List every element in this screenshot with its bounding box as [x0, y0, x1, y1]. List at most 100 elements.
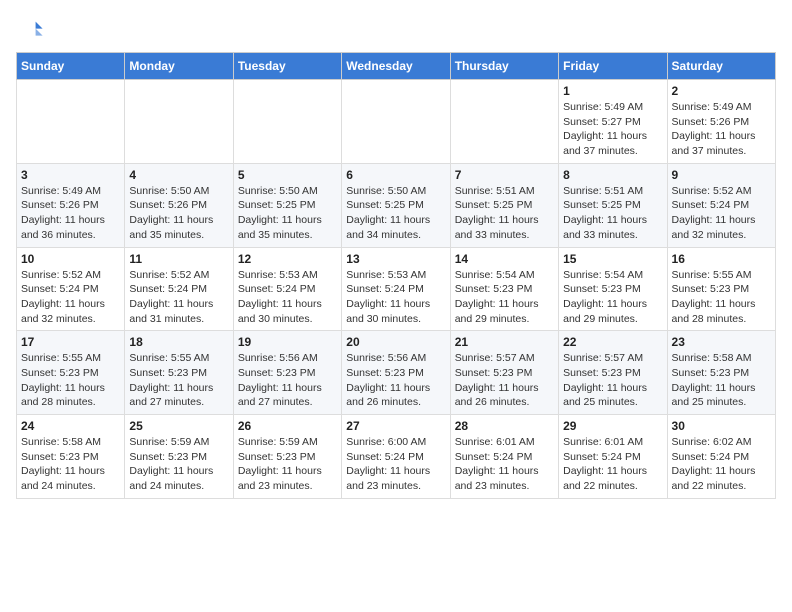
calendar-cell: 22 Sunrise: 5:57 AM Sunset: 5:23 PM Dayli…: [559, 331, 667, 415]
day-info: Sunrise: 5:54 AM Sunset: 5:23 PM Dayligh…: [455, 268, 554, 327]
calendar-week-row: 1 Sunrise: 5:49 AM Sunset: 5:27 PM Daylig…: [17, 80, 776, 164]
day-number: 7: [455, 168, 554, 182]
day-info: Sunrise: 5:53 AM Sunset: 5:24 PM Dayligh…: [238, 268, 337, 327]
day-number: 14: [455, 252, 554, 266]
calendar-header-row: SundayMondayTuesdayWednesdayThursdayFrid…: [17, 53, 776, 80]
day-info: Sunrise: 5:52 AM Sunset: 5:24 PM Dayligh…: [21, 268, 120, 327]
day-info: Sunrise: 5:53 AM Sunset: 5:24 PM Dayligh…: [346, 268, 445, 327]
calendar-cell: 23 Sunrise: 5:58 AM Sunset: 5:23 PM Dayli…: [667, 331, 775, 415]
calendar-week-row: 10 Sunrise: 5:52 AM Sunset: 5:24 PM Dayli…: [17, 247, 776, 331]
calendar-cell: 14 Sunrise: 5:54 AM Sunset: 5:23 PM Dayli…: [450, 247, 558, 331]
calendar-table: SundayMondayTuesdayWednesdayThursdayFrid…: [16, 52, 776, 499]
day-number: 27: [346, 419, 445, 433]
day-number: 1: [563, 84, 662, 98]
day-number: 4: [129, 168, 228, 182]
day-info: Sunrise: 5:52 AM Sunset: 5:24 PM Dayligh…: [129, 268, 228, 327]
calendar-cell: 15 Sunrise: 5:54 AM Sunset: 5:23 PM Dayli…: [559, 247, 667, 331]
calendar-cell: 9 Sunrise: 5:52 AM Sunset: 5:24 PM Daylig…: [667, 163, 775, 247]
calendar-week-row: 24Sunrise: 5:58 AM Sunset: 5:23 PM Dayli…: [17, 415, 776, 499]
calendar-cell: 16Sunrise: 5:55 AM Sunset: 5:23 PM Dayli…: [667, 247, 775, 331]
day-number: 17: [21, 335, 120, 349]
calendar-cell: 24Sunrise: 5:58 AM Sunset: 5:23 PM Dayli…: [17, 415, 125, 499]
day-number: 8: [563, 168, 662, 182]
day-number: 12: [238, 252, 337, 266]
calendar-cell: [342, 80, 450, 164]
calendar-cell: [450, 80, 558, 164]
day-number: 6: [346, 168, 445, 182]
day-info: Sunrise: 5:50 AM Sunset: 5:26 PM Dayligh…: [129, 184, 228, 243]
day-info: Sunrise: 6:02 AM Sunset: 5:24 PM Dayligh…: [672, 435, 771, 494]
day-info: Sunrise: 5:55 AM Sunset: 5:23 PM Dayligh…: [129, 351, 228, 410]
day-info: Sunrise: 5:54 AM Sunset: 5:23 PM Dayligh…: [563, 268, 662, 327]
weekday-header: Wednesday: [342, 53, 450, 80]
day-number: 24: [21, 419, 120, 433]
day-info: Sunrise: 5:56 AM Sunset: 5:23 PM Dayligh…: [346, 351, 445, 410]
calendar-cell: 2Sunrise: 5:49 AM Sunset: 5:26 PM Daylig…: [667, 80, 775, 164]
calendar-cell: 28 Sunrise: 6:01 AM Sunset: 5:24 PM Dayli…: [450, 415, 558, 499]
calendar-cell: 10 Sunrise: 5:52 AM Sunset: 5:24 PM Dayli…: [17, 247, 125, 331]
day-info: Sunrise: 5:50 AM Sunset: 5:25 PM Dayligh…: [346, 184, 445, 243]
weekday-header: Friday: [559, 53, 667, 80]
day-number: 30: [672, 419, 771, 433]
calendar-week-row: 17 Sunrise: 5:55 AM Sunset: 5:23 PM Dayli…: [17, 331, 776, 415]
weekday-header: Saturday: [667, 53, 775, 80]
calendar-cell: 26 Sunrise: 5:59 AM Sunset: 5:23 PM Dayli…: [233, 415, 341, 499]
day-info: Sunrise: 5:49 AM Sunset: 5:26 PM Dayligh…: [672, 100, 771, 159]
day-number: 19: [238, 335, 337, 349]
calendar-cell: [125, 80, 233, 164]
calendar-cell: [233, 80, 341, 164]
calendar-cell: 30 Sunrise: 6:02 AM Sunset: 5:24 PM Dayli…: [667, 415, 775, 499]
day-number: 26: [238, 419, 337, 433]
calendar-cell: 11Sunrise: 5:52 AM Sunset: 5:24 PM Dayli…: [125, 247, 233, 331]
calendar-cell: 8 Sunrise: 5:51 AM Sunset: 5:25 PM Daylig…: [559, 163, 667, 247]
calendar-cell: [17, 80, 125, 164]
weekday-header: Tuesday: [233, 53, 341, 80]
day-info: Sunrise: 5:51 AM Sunset: 5:25 PM Dayligh…: [455, 184, 554, 243]
logo-icon: [16, 16, 44, 44]
day-info: Sunrise: 5:59 AM Sunset: 5:23 PM Dayligh…: [129, 435, 228, 494]
day-info: Sunrise: 5:55 AM Sunset: 5:23 PM Dayligh…: [672, 268, 771, 327]
calendar-cell: 6 Sunrise: 5:50 AM Sunset: 5:25 PM Daylig…: [342, 163, 450, 247]
day-number: 15: [563, 252, 662, 266]
calendar-cell: 27Sunrise: 6:00 AM Sunset: 5:24 PM Dayli…: [342, 415, 450, 499]
day-number: 28: [455, 419, 554, 433]
day-info: Sunrise: 5:56 AM Sunset: 5:23 PM Dayligh…: [238, 351, 337, 410]
day-number: 5: [238, 168, 337, 182]
calendar-cell: 29 Sunrise: 6:01 AM Sunset: 5:24 PM Dayli…: [559, 415, 667, 499]
day-info: Sunrise: 6:01 AM Sunset: 5:24 PM Dayligh…: [455, 435, 554, 494]
weekday-header: Monday: [125, 53, 233, 80]
day-number: 9: [672, 168, 771, 182]
weekday-header: Sunday: [17, 53, 125, 80]
day-number: 13: [346, 252, 445, 266]
logo: [16, 16, 48, 44]
weekday-header: Thursday: [450, 53, 558, 80]
day-number: 3: [21, 168, 120, 182]
day-number: 21: [455, 335, 554, 349]
calendar-cell: 1 Sunrise: 5:49 AM Sunset: 5:27 PM Daylig…: [559, 80, 667, 164]
day-info: Sunrise: 5:51 AM Sunset: 5:25 PM Dayligh…: [563, 184, 662, 243]
calendar-cell: 25Sunrise: 5:59 AM Sunset: 5:23 PM Dayli…: [125, 415, 233, 499]
day-number: 18: [129, 335, 228, 349]
day-info: Sunrise: 5:55 AM Sunset: 5:23 PM Dayligh…: [21, 351, 120, 410]
day-number: 29: [563, 419, 662, 433]
day-info: Sunrise: 5:49 AM Sunset: 5:26 PM Dayligh…: [21, 184, 120, 243]
calendar-cell: 21 Sunrise: 5:57 AM Sunset: 5:23 PM Dayli…: [450, 331, 558, 415]
calendar-cell: 7 Sunrise: 5:51 AM Sunset: 5:25 PM Daylig…: [450, 163, 558, 247]
day-info: Sunrise: 5:49 AM Sunset: 5:27 PM Dayligh…: [563, 100, 662, 159]
calendar-week-row: 3 Sunrise: 5:49 AM Sunset: 5:26 PM Daylig…: [17, 163, 776, 247]
day-number: 23: [672, 335, 771, 349]
day-info: Sunrise: 5:58 AM Sunset: 5:23 PM Dayligh…: [672, 351, 771, 410]
page-header: [16, 16, 776, 44]
day-info: Sunrise: 5:52 AM Sunset: 5:24 PM Dayligh…: [672, 184, 771, 243]
calendar-cell: 12 Sunrise: 5:53 AM Sunset: 5:24 PM Dayli…: [233, 247, 341, 331]
day-number: 22: [563, 335, 662, 349]
calendar-cell: 13 Sunrise: 5:53 AM Sunset: 5:24 PM Dayli…: [342, 247, 450, 331]
day-info: Sunrise: 6:01 AM Sunset: 5:24 PM Dayligh…: [563, 435, 662, 494]
day-info: Sunrise: 5:57 AM Sunset: 5:23 PM Dayligh…: [455, 351, 554, 410]
calendar-cell: 19 Sunrise: 5:56 AM Sunset: 5:23 PM Dayli…: [233, 331, 341, 415]
calendar-cell: 20Sunrise: 5:56 AM Sunset: 5:23 PM Dayli…: [342, 331, 450, 415]
calendar-cell: 17 Sunrise: 5:55 AM Sunset: 5:23 PM Dayli…: [17, 331, 125, 415]
day-info: Sunrise: 5:59 AM Sunset: 5:23 PM Dayligh…: [238, 435, 337, 494]
day-info: Sunrise: 5:57 AM Sunset: 5:23 PM Dayligh…: [563, 351, 662, 410]
day-number: 10: [21, 252, 120, 266]
